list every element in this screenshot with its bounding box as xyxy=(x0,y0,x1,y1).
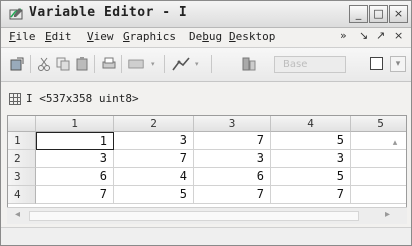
toolbar-separator xyxy=(94,55,95,73)
toolbar-separator xyxy=(211,55,212,73)
variable-editor-icon xyxy=(9,8,23,20)
variable-editor-window: Variable Editor - I _ □ × » ↘ ↗ × File Ed… xyxy=(0,0,412,246)
table-cell[interactable]: 3 xyxy=(36,150,114,168)
table-cell[interactable]: 3 xyxy=(271,150,351,168)
column-header[interactable]: 3 xyxy=(194,116,271,132)
table-cell[interactable]: 6 xyxy=(194,168,271,186)
row-header[interactable]: 2 xyxy=(8,150,36,168)
table-cell[interactable] xyxy=(351,186,406,204)
chevron-down-icon[interactable]: ▾ xyxy=(151,60,155,68)
toolbar-separator xyxy=(164,55,165,73)
table-cell[interactable]: 7 xyxy=(114,150,194,168)
chevron-down-icon[interactable]: ▾ xyxy=(195,60,199,68)
toolbar-separator xyxy=(30,55,31,73)
menu-debug[interactable]: Debug xyxy=(189,30,222,43)
status-bar xyxy=(1,227,411,245)
close-button[interactable]: × xyxy=(389,5,408,23)
maximize-icon: □ xyxy=(373,7,384,20)
options-dropdown[interactable]: ▾ xyxy=(390,56,406,72)
minimize-button[interactable]: _ xyxy=(349,5,368,23)
variable-info: I <537x358 uint8> xyxy=(26,92,139,105)
matrix-icon xyxy=(9,93,21,105)
close-icon: × xyxy=(393,7,404,20)
table-cell[interactable]: 5 xyxy=(114,186,194,204)
maximize-button[interactable]: □ xyxy=(369,5,388,23)
title-bar[interactable]: Variable Editor - I _ □ × xyxy=(1,1,411,28)
table-cell[interactable]: 7 xyxy=(36,186,114,204)
stack-icon[interactable] xyxy=(241,56,257,72)
table-cell[interactable]: 4 xyxy=(114,168,194,186)
minimize-icon: _ xyxy=(355,7,362,20)
row-header[interactable]: 1 xyxy=(8,132,36,150)
undock-arrow-icon[interactable]: ↗ xyxy=(376,29,385,42)
variable-info-row: I <537x358 uint8> xyxy=(1,89,411,109)
import-data-icon[interactable] xyxy=(9,56,25,72)
chevron-down-icon: ▾ xyxy=(395,59,401,69)
toolbar: ▾ ▾ Base ▾ xyxy=(1,48,411,82)
print-icon[interactable] xyxy=(101,56,117,72)
menu-bar: » ↘ ↗ × File Edit View Graphics Debug Desktop xyxy=(1,27,411,48)
column-header[interactable]: 1 xyxy=(36,116,114,132)
column-header[interactable]: 4 xyxy=(271,116,351,132)
close-editor-icon[interactable]: × xyxy=(394,29,403,42)
table-cell[interactable]: 3 xyxy=(194,150,271,168)
column-header[interactable]: 5 xyxy=(351,116,406,132)
menu-file[interactable]: File xyxy=(9,30,36,43)
menu-view[interactable]: View xyxy=(87,30,114,43)
cut-icon[interactable] xyxy=(36,56,52,72)
scroll-right-icon[interactable]: ▸ xyxy=(385,209,390,220)
menu-overflow-icon[interactable]: » xyxy=(340,29,347,42)
scroll-thumb[interactable] xyxy=(29,211,359,221)
horizontal-scrollbar[interactable]: ◂ ▸ xyxy=(7,207,407,224)
stack-selector[interactable]: Base xyxy=(274,56,346,73)
window-title: Variable Editor - I xyxy=(29,5,188,20)
table-cell[interactable] xyxy=(351,150,406,168)
variable-grid-icon[interactable] xyxy=(128,56,144,72)
scroll-left-icon[interactable]: ◂ xyxy=(15,209,20,220)
table-cell[interactable]: 7 xyxy=(194,186,271,204)
row-header[interactable]: 4 xyxy=(8,186,36,204)
corner-header xyxy=(8,116,36,132)
table-cell[interactable] xyxy=(351,168,406,186)
column-header[interactable]: 2 xyxy=(114,116,194,132)
row-header[interactable]: 3 xyxy=(8,168,36,186)
menu-graphics[interactable]: Graphics xyxy=(123,30,176,43)
paste-icon[interactable] xyxy=(74,56,90,72)
dock-arrow-icon[interactable]: ↘ xyxy=(359,29,368,42)
menu-desktop[interactable]: Desktop xyxy=(229,30,275,43)
table-cell[interactable]: 3 xyxy=(114,132,194,150)
table-cell[interactable]: 5 xyxy=(271,168,351,186)
table-cell[interactable]: 7 xyxy=(194,132,271,150)
checkbox[interactable] xyxy=(370,57,383,70)
table-cell[interactable]: 5 xyxy=(271,132,351,150)
table-cell[interactable]: 1 xyxy=(36,132,114,150)
table-cell[interactable]: 6 xyxy=(36,168,114,186)
menu-edit[interactable]: Edit xyxy=(45,30,72,43)
toolbar-separator xyxy=(121,55,122,73)
table-cell[interactable]: 7 xyxy=(271,186,351,204)
plot-selection-icon[interactable] xyxy=(171,56,191,72)
scroll-up-icon[interactable]: ▴ xyxy=(388,138,402,152)
copy-icon[interactable] xyxy=(55,56,71,72)
